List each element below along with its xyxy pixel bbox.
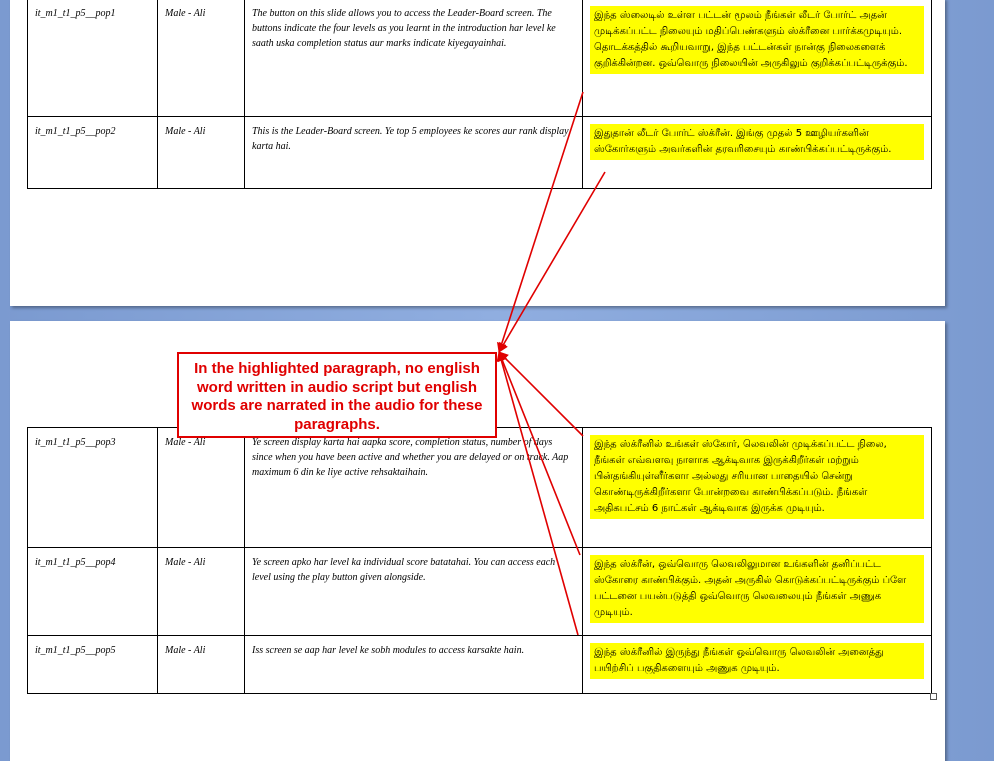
speaker-cell: Male - Ali bbox=[157, 116, 245, 189]
speaker-cell: Male - Ali bbox=[157, 547, 245, 636]
english-script-cell: This is the Leader-Board screen. Ye top … bbox=[244, 116, 583, 189]
highlighted-paragraph: இதுதான் லீடர் போர்ட் ஸ்க்ரீன். இங்கு முத… bbox=[590, 124, 924, 160]
slide-id-cell: it_m1_t1_p5__pop5 bbox=[27, 635, 158, 694]
speaker-cell: Male - Ali bbox=[157, 427, 245, 548]
english-script-cell: Ye screen display karta hai aapka score,… bbox=[244, 427, 583, 548]
highlighted-paragraph: இந்த ஸ்க்ரீனில் இருந்து நீங்கள் ஒவ்வொரு … bbox=[590, 643, 924, 679]
slide-id-cell: it_m1_t1_p5__pop3 bbox=[27, 427, 158, 548]
table-row: it_m1_t1_p5__pop4 Male - Ali Ye screen a… bbox=[27, 547, 932, 636]
document-page-1: it_m1_t1_p5__pop1 Male - Ali The button … bbox=[10, 0, 945, 306]
table-row: it_m1_t1_p5__pop1 Male - Ali The button … bbox=[27, 0, 932, 117]
tamil-script-cell: இந்த ஸ்லைடில் உள்ள பட்டன் மூலம் நீங்கள் … bbox=[582, 0, 932, 117]
highlighted-paragraph: இந்த ஸ்லைடில் உள்ள பட்டன் மூலம் நீங்கள் … bbox=[590, 6, 924, 74]
table-resize-handle[interactable] bbox=[930, 693, 937, 700]
tamil-script-cell: இந்த ஸ்க்ரீனில் உங்கள் ஸ்கோர், லெவலின் ம… bbox=[582, 427, 932, 548]
tamil-script-cell: இதுதான் லீடர் போர்ட் ஸ்க்ரீன். இங்கு முத… bbox=[582, 116, 932, 189]
slide-id-cell: it_m1_t1_p5__pop2 bbox=[27, 116, 158, 189]
english-script-cell: The button on this slide allows you to a… bbox=[244, 0, 583, 117]
tamil-script-cell: இந்த ஸ்க்ரீன், ஒவ்வொரு லெவலிலுமான உங்களி… bbox=[582, 547, 932, 636]
speaker-cell: Male - Ali bbox=[157, 635, 245, 694]
table-row: it_m1_t1_p5__pop2 Male - Ali This is the… bbox=[27, 116, 932, 189]
script-table-page-1: it_m1_t1_p5__pop1 Male - Ali The button … bbox=[27, 0, 932, 189]
tamil-script-cell: இந்த ஸ்க்ரீனில் இருந்து நீங்கள் ஒவ்வொரு … bbox=[582, 635, 932, 694]
script-table-page-2: it_m1_t1_p5__pop3 Male - Ali Ye screen d… bbox=[27, 427, 932, 694]
annotation-callout: In the highlighted paragraph, no english… bbox=[177, 352, 497, 438]
highlighted-paragraph: இந்த ஸ்க்ரீன், ஒவ்வொரு லெவலிலுமான உங்களி… bbox=[590, 555, 924, 623]
speaker-cell: Male - Ali bbox=[157, 0, 245, 117]
english-script-cell: Iss screen se aap har level ke sobh modu… bbox=[244, 635, 583, 694]
english-script-cell: Ye screen apko har level ka individual s… bbox=[244, 547, 583, 636]
table-row: it_m1_t1_p5__pop3 Male - Ali Ye screen d… bbox=[27, 427, 932, 548]
slide-id-cell: it_m1_t1_p5__pop4 bbox=[27, 547, 158, 636]
slide-id-cell: it_m1_t1_p5__pop1 bbox=[27, 0, 158, 117]
highlighted-paragraph: இந்த ஸ்க்ரீனில் உங்கள் ஸ்கோர், லெவலின் ம… bbox=[590, 435, 924, 519]
annotation-callout-text: In the highlighted paragraph, no english… bbox=[191, 360, 483, 433]
table-row: it_m1_t1_p5__pop5 Male - Ali Iss screen … bbox=[27, 635, 932, 694]
